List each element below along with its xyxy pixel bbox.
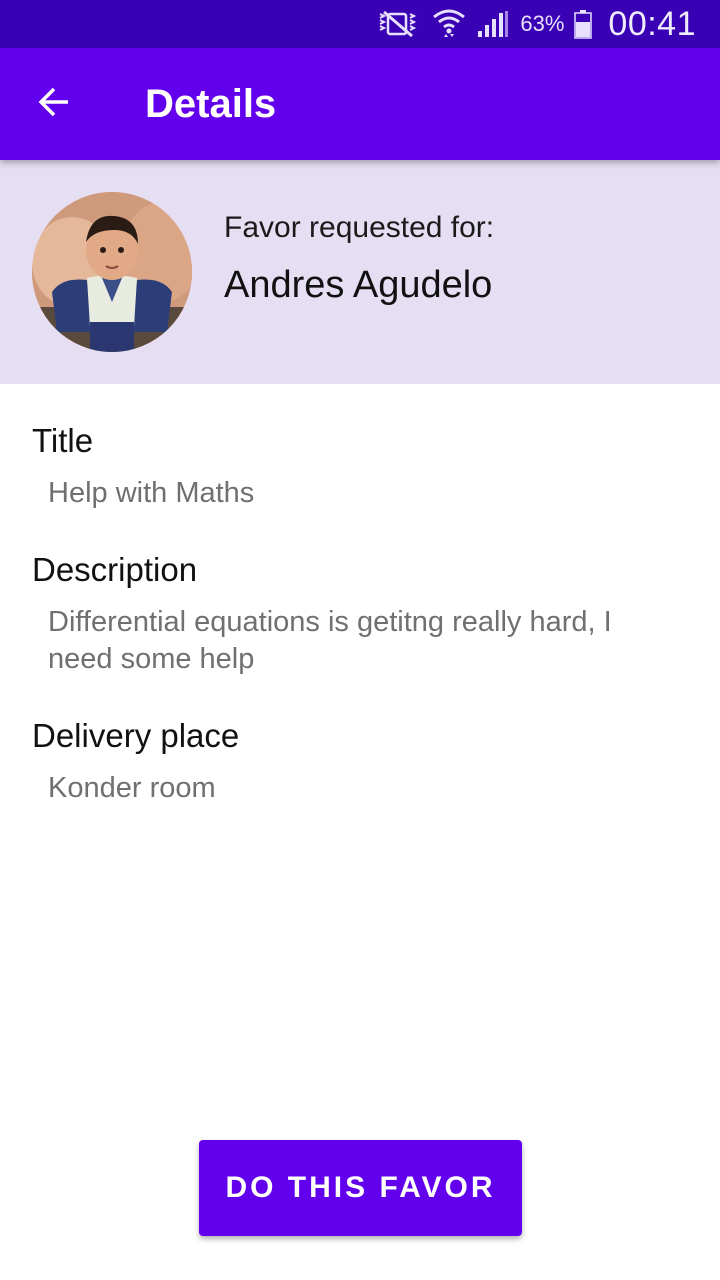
status-icons: 63% 00:41 <box>376 0 696 48</box>
battery-percent: 63% <box>520 11 565 36</box>
status-bar: 63% 00:41 <box>0 0 720 48</box>
status-clock: 00:41 <box>608 4 696 43</box>
requester-name: Andres Agudelo <box>224 264 493 306</box>
details-screen: 63% 00:41 Details Favor requested for: A… <box>0 0 720 1280</box>
requested-for-label: Favor requested for: <box>224 211 495 244</box>
app-bar: Details <box>0 48 720 160</box>
wifi-icon <box>432 7 466 41</box>
back-button[interactable] <box>22 72 86 136</box>
delivery-place-value: Konder room <box>48 772 216 804</box>
signal-icon <box>476 9 510 39</box>
description-value: Differential equations is getitng really… <box>48 606 612 675</box>
do-this-favor-button[interactable]: DO THIS FAVOR <box>199 1140 522 1236</box>
vibrate-mute-icon <box>376 9 422 39</box>
battery-icon <box>574 9 593 39</box>
title-label: Title <box>32 422 94 459</box>
title-value: Help with Maths <box>48 477 255 509</box>
delivery-place-label: Delivery place <box>32 717 240 754</box>
description-label: Description <box>32 551 198 588</box>
requester-card: Favor requested for: Andres Agudelo <box>0 160 720 384</box>
arrow-back-icon <box>36 84 72 125</box>
page-title: Details <box>145 82 277 126</box>
avatar <box>32 192 192 352</box>
